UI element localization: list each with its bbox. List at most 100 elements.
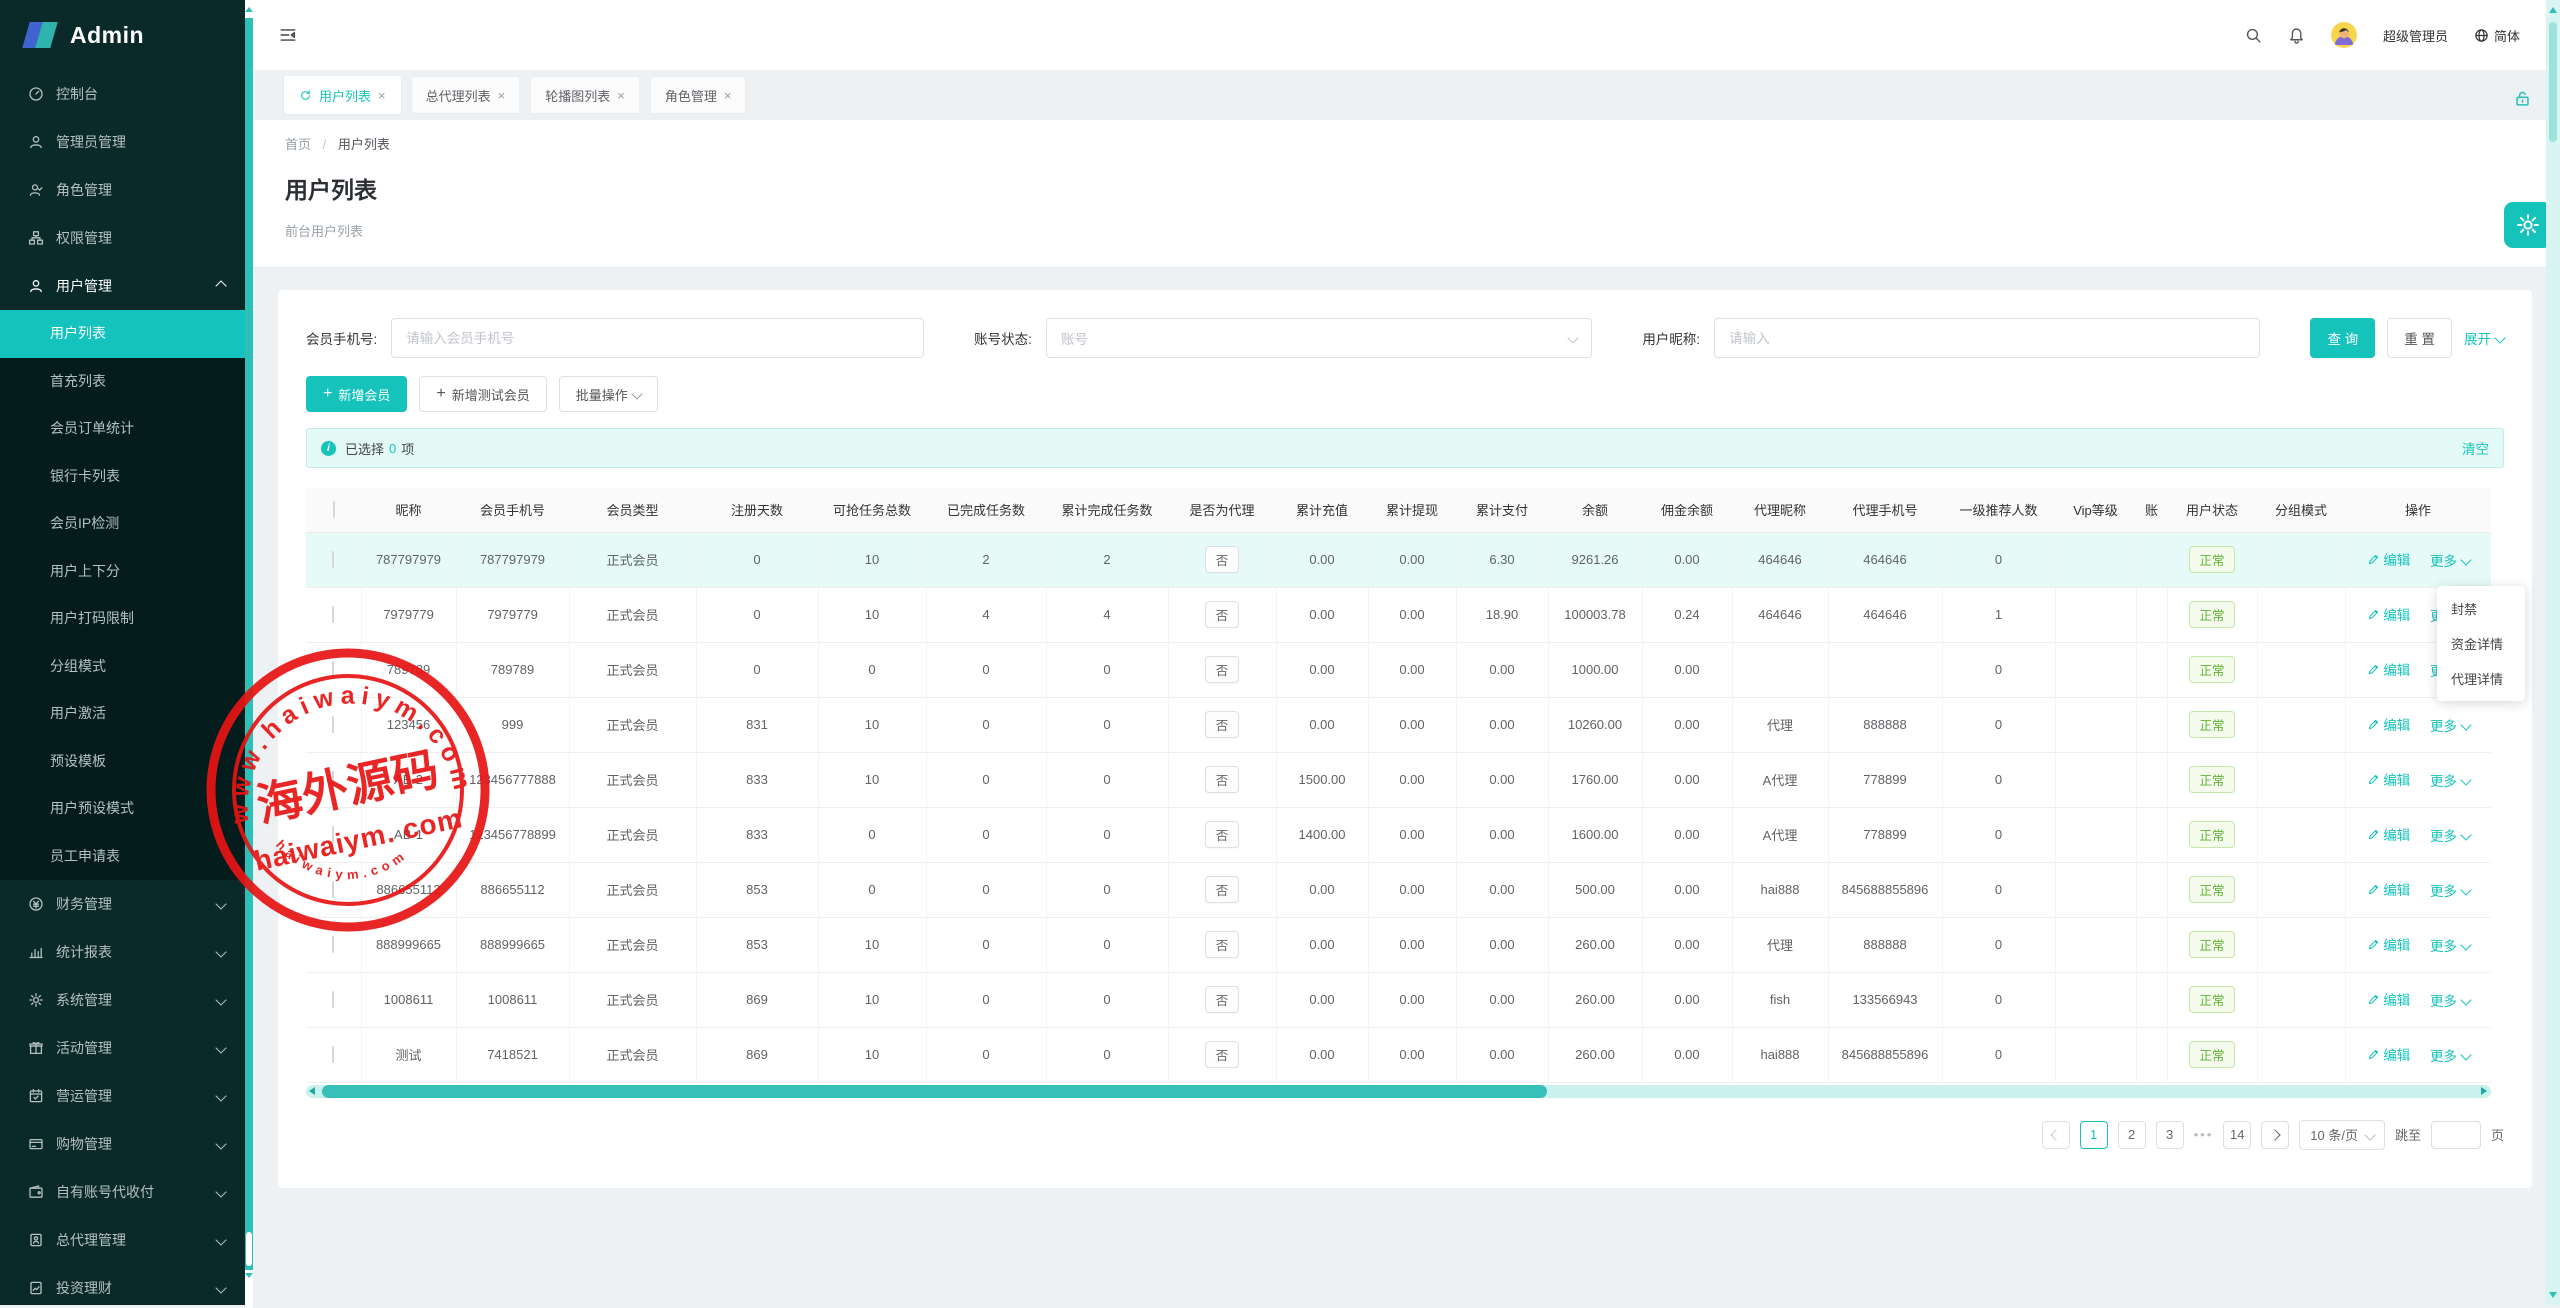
close-icon[interactable]: × (378, 88, 386, 103)
horizontal-scrollbar[interactable] (306, 1085, 2491, 1098)
more-link[interactable]: 更多 (2430, 715, 2470, 735)
prev-page-button[interactable] (2042, 1121, 2070, 1149)
expand-link[interactable]: 展开 (2464, 328, 2504, 348)
sidebar-subitem-member-ip-check[interactable]: 会员IP检测 (0, 500, 245, 548)
edit-link[interactable]: 编辑 (2367, 659, 2411, 679)
close-icon[interactable]: × (724, 88, 732, 103)
sidebar-scrollbar[interactable] (245, 0, 253, 1305)
page-button[interactable]: 1 (2080, 1121, 2108, 1149)
edit-link[interactable]: 编辑 (2367, 989, 2411, 1009)
edit-link[interactable]: 编辑 (2367, 824, 2411, 844)
is-agent-badge[interactable]: 否 (1205, 656, 1239, 683)
edit-link[interactable]: 编辑 (2367, 549, 2411, 569)
next-page-button[interactable] (2261, 1121, 2289, 1149)
sidebar-item-permission-manage[interactable]: 权限管理 (0, 214, 245, 262)
row-menu-item[interactable]: 代理详情 (2437, 661, 2525, 696)
add-member-button[interactable]: +新增会员 (306, 376, 407, 412)
search-button[interactable]: 查 询 (2310, 318, 2375, 358)
scroll-down-icon[interactable] (245, 1270, 253, 1308)
row-checkbox[interactable] (332, 661, 334, 678)
row-checkbox[interactable] (332, 991, 334, 1008)
sidebar-item-console[interactable]: 控制台 (0, 70, 245, 118)
more-link[interactable]: 更多 (2430, 935, 2470, 955)
is-agent-badge[interactable]: 否 (1205, 711, 1239, 738)
is-agent-badge[interactable]: 否 (1205, 931, 1239, 958)
edit-link[interactable]: 编辑 (2367, 1044, 2411, 1064)
close-icon[interactable]: × (498, 88, 506, 103)
lock-icon[interactable] (2513, 89, 2532, 108)
page-button[interactable]: 14 (2223, 1121, 2251, 1149)
reset-button[interactable]: 重 置 (2387, 318, 2452, 358)
sidebar-scroll-thumb[interactable] (246, 1232, 252, 1266)
page-scrollbar[interactable] (2546, 0, 2560, 1305)
page-size-select[interactable]: 10 条/页 (2299, 1120, 2385, 1150)
sidebar-subitem-user-preset-mode[interactable]: 用户预设模式 (0, 785, 245, 833)
sidebar-subitem-bank-card-list[interactable]: 银行卡列表 (0, 453, 245, 501)
more-link[interactable]: 更多 (2430, 990, 2470, 1010)
row-menu-item[interactable]: 资金详情 (2437, 626, 2525, 661)
jump-page-input[interactable] (2431, 1121, 2481, 1149)
sidebar-item-investment[interactable]: 投资理财 (0, 1264, 245, 1305)
row-checkbox[interactable] (332, 606, 334, 623)
tab-carousel-list[interactable]: 轮播图列表× (530, 76, 640, 114)
nickname-input[interactable] (1714, 318, 2260, 358)
scroll-down-icon[interactable] (2549, 1292, 2557, 1298)
close-icon[interactable]: × (617, 88, 625, 103)
sidebar-item-shopping-manage[interactable]: 购物管理 (0, 1120, 245, 1168)
more-link[interactable]: 更多 (2430, 770, 2470, 790)
sidebar-item-stats-report[interactable]: 统计报表 (0, 928, 245, 976)
page-button[interactable]: 3 (2156, 1121, 2184, 1149)
row-checkbox[interactable] (332, 716, 334, 733)
sidebar-subitem-user-updown[interactable]: 用户上下分 (0, 548, 245, 596)
sidebar-item-activity-manage[interactable]: 活动管理 (0, 1024, 245, 1072)
scroll-up-icon[interactable] (245, 0, 253, 18)
sidebar-item-general-agent-manage[interactable]: 总代理管理 (0, 1216, 245, 1264)
tab-role-manage[interactable]: 角色管理× (650, 76, 747, 114)
row-checkbox[interactable] (332, 936, 334, 953)
more-link[interactable]: 更多 (2430, 550, 2470, 570)
edit-link[interactable]: 编辑 (2367, 714, 2411, 734)
sidebar-subitem-member-order-stats[interactable]: 会员订单统计 (0, 405, 245, 453)
is-agent-badge[interactable]: 否 (1205, 986, 1239, 1013)
user-name[interactable]: 超级管理员 (2383, 26, 2448, 45)
scroll-right-icon[interactable] (2481, 1087, 2487, 1095)
is-agent-badge[interactable]: 否 (1205, 766, 1239, 793)
page-scroll-thumb[interactable] (2549, 22, 2557, 142)
sidebar-item-role-manage[interactable]: 角色管理 (0, 166, 245, 214)
add-test-member-button[interactable]: +新增测试会员 (419, 376, 546, 412)
sidebar-item-finance-manage[interactable]: 财务管理 (0, 880, 245, 928)
breadcrumb-home[interactable]: 首页 (285, 137, 311, 152)
sidebar-subitem-user-list[interactable]: 用户列表 (0, 310, 245, 358)
clear-selection-link[interactable]: 清空 (2462, 438, 2489, 458)
edit-link[interactable]: 编辑 (2367, 604, 2411, 624)
row-menu-item[interactable]: 封禁 (2437, 591, 2525, 626)
page-button[interactable]: 2 (2118, 1121, 2146, 1149)
sidebar-item-admin-manage[interactable]: 管理员管理 (0, 118, 245, 166)
sidebar-subitem-user-activate[interactable]: 用户激活 (0, 690, 245, 738)
edit-link[interactable]: 编辑 (2367, 934, 2411, 954)
sidebar-item-system-manage[interactable]: 系统管理 (0, 976, 245, 1024)
sidebar-item-self-account-payment[interactable]: 自有账号代收付 (0, 1168, 245, 1216)
sidebar-subitem-group-mode[interactable]: 分组模式 (0, 643, 245, 691)
refresh-icon[interactable] (299, 89, 312, 102)
is-agent-badge[interactable]: 否 (1205, 546, 1239, 573)
more-link[interactable]: 更多 (2430, 1045, 2470, 1065)
sidebar-subitem-first-charge-list[interactable]: 首充列表 (0, 358, 245, 406)
is-agent-badge[interactable]: 否 (1205, 601, 1239, 628)
horizontal-scroll-thumb[interactable] (322, 1085, 1547, 1098)
sidebar-item-operation-manage[interactable]: 营运管理 (0, 1072, 245, 1120)
search-icon[interactable] (2245, 27, 2262, 44)
is-agent-badge[interactable]: 否 (1205, 876, 1239, 903)
phone-input[interactable] (391, 318, 924, 358)
row-checkbox[interactable] (332, 881, 334, 898)
sidebar-item-user-manage[interactable]: 用户管理 (0, 262, 245, 310)
scroll-left-icon[interactable] (309, 1087, 315, 1095)
row-checkbox[interactable] (332, 771, 334, 788)
more-link[interactable]: 更多 (2430, 825, 2470, 845)
batch-actions-button[interactable]: 批量操作 (559, 376, 658, 412)
select-all-checkbox[interactable] (333, 501, 335, 518)
edit-link[interactable]: 编辑 (2367, 769, 2411, 789)
is-agent-badge[interactable]: 否 (1205, 1041, 1239, 1068)
menu-fold-icon[interactable] (279, 26, 297, 44)
row-checkbox[interactable] (332, 551, 334, 568)
